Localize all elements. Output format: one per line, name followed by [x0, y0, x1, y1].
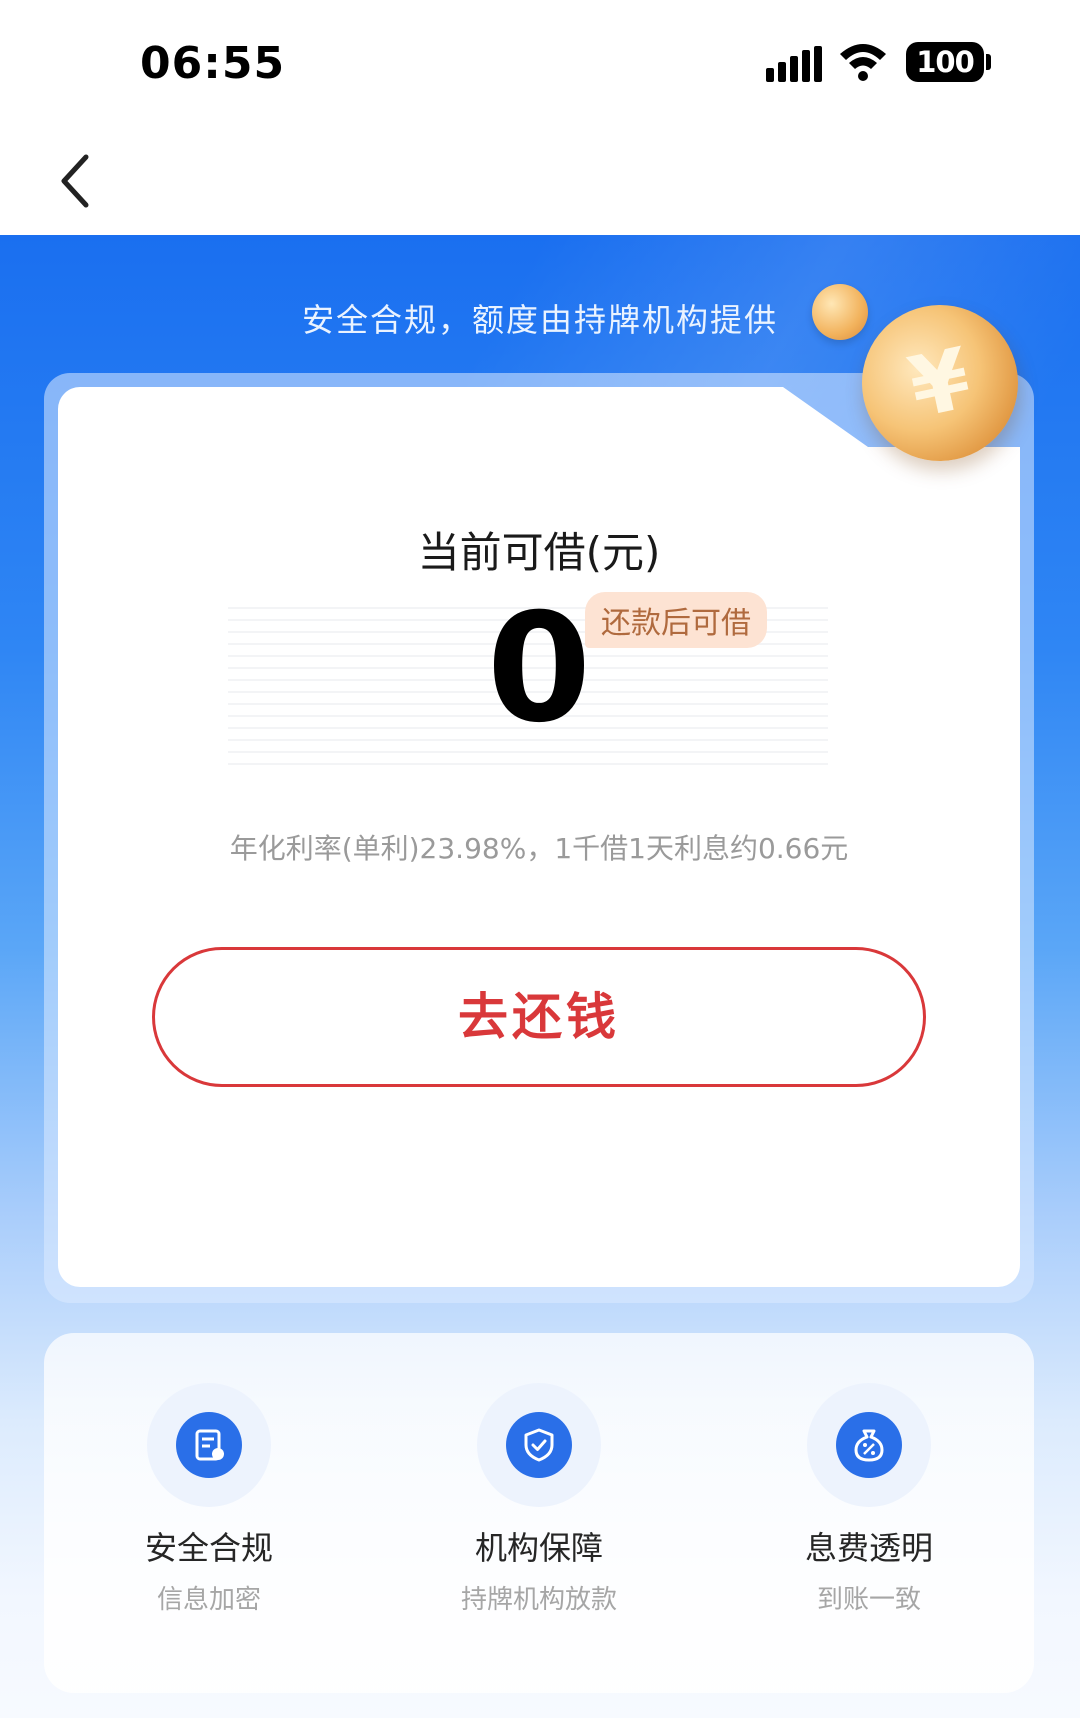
feature-subtitle: 到账一致 [816, 1585, 921, 1615]
money-bag-icon [836, 1412, 902, 1478]
feature-safety: 安全合规 信息加密 [44, 1383, 374, 1616]
feature-title: 机构保障 [474, 1529, 603, 1567]
battery-indicator: 100 [906, 42, 984, 82]
feature-title: 息费透明 [804, 1529, 933, 1567]
repay-button[interactable]: 去还钱 [152, 947, 926, 1087]
feature-subtitle: 信息加密 [156, 1585, 261, 1615]
feature-icon-bg [147, 1383, 271, 1507]
status-time: 06:55 [140, 38, 286, 89]
certificate-icon [176, 1412, 242, 1478]
wifi-icon [840, 44, 886, 81]
chevron-left-icon[interactable] [52, 149, 100, 213]
feature-icon-bg [477, 1383, 601, 1507]
battery-cap [986, 54, 991, 70]
cellular-signal-icon [766, 46, 822, 82]
feature-guarantee: 机构保障 持牌机构放款 [374, 1383, 704, 1616]
feature-subtitle: 持牌机构放款 [460, 1585, 617, 1615]
shield-check-icon [506, 1412, 572, 1478]
features-panel: 安全合规 信息加密 机构保障 持牌机构放款 息费透明 到账一致 [44, 1333, 1034, 1693]
yuan-coin-icon: ¥ [847, 290, 1033, 476]
available-credit-title: 当前可借(元) [417, 528, 661, 577]
credit-card: 当前可借(元) 0 还款后可借 年化利率(单利)23.98%，1千借1天利息约0… [58, 387, 1020, 1287]
nav-bar [0, 125, 1080, 235]
feature-transparency: 息费透明 到账一致 [704, 1383, 1034, 1616]
available-amount: 0 [486, 582, 592, 756]
interest-rate-text: 年化利率(单利)23.98%，1千借1天利息约0.66元 [229, 832, 849, 865]
status-badge: 还款后可借 [585, 592, 767, 648]
status-bar: 06:55 100 [0, 0, 1080, 125]
feature-icon-bg [807, 1383, 931, 1507]
feature-title: 安全合规 [144, 1529, 273, 1567]
